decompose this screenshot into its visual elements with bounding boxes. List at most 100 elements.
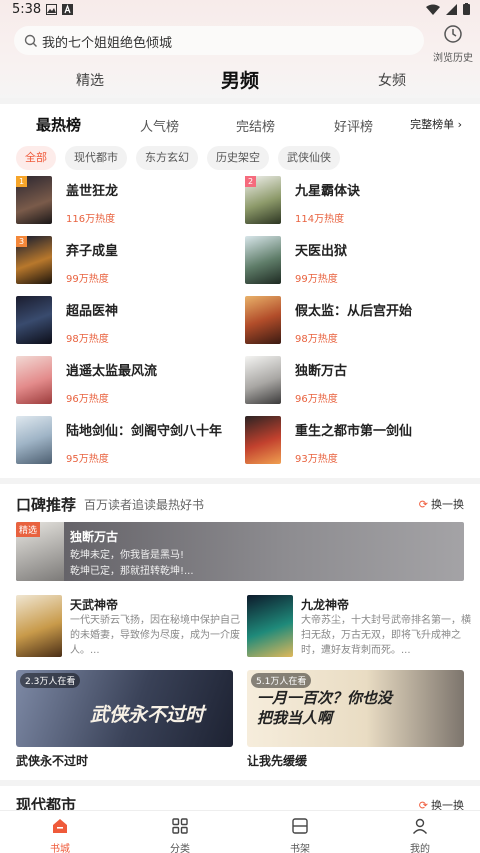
book-item[interactable]: 2 九星霸体诀 114万热度: [245, 176, 465, 228]
featured-book[interactable]: 精选 独断万古 乾坤未定，你我皆是黑马! 乾坤已定，那就扭转乾坤!...: [16, 522, 464, 581]
full-ranking-link[interactable]: 完整榜单 ›: [410, 116, 462, 132]
chip-all[interactable]: 全部: [16, 146, 56, 170]
book-title: 陆地剑仙：剑阁守剑八十年: [66, 424, 223, 439]
promo-banner[interactable]: 2.3万人在看 武侠永不过时: [16, 670, 233, 747]
book-item[interactable]: 1 盖世狂龙 116万热度: [16, 176, 236, 228]
search-placeholder: 我的七个姐姐绝色倾城: [42, 36, 173, 51]
viewers-badge: 5.1万人在看: [251, 673, 312, 688]
section-title: 口碑推荐: [16, 496, 77, 514]
book-quote: 乾坤已定，那就扭转乾坤!...: [70, 566, 194, 577]
book-heat: 96万热度: [295, 394, 338, 405]
bottom-nav: 书城 分类 书架 我的: [0, 810, 480, 853]
book-item[interactable]: 陆地剑仙：剑阁守剑八十年 95万热度: [16, 416, 236, 468]
home-icon: [53, 819, 67, 833]
book-cover: [247, 595, 293, 657]
swap-button[interactable]: ⟳ 换一换: [419, 496, 464, 512]
banner-art-text: 武侠永不过时: [90, 704, 205, 726]
book-cover: [16, 296, 52, 344]
book-item[interactable]: 假太监：从后宫开始 98万热度: [245, 296, 465, 348]
rank-badge: 1: [16, 176, 27, 187]
chip-fantasy[interactable]: 东方玄幻: [136, 146, 198, 170]
book-cover: [245, 296, 281, 344]
status-bar: 5:38: [0, 0, 480, 20]
book-title: 独断万古: [295, 364, 348, 379]
ranking-card: 最热榜 人气榜 完结榜 好评榜 完整榜单 › 全部 现代都市 东方玄幻 历史架空…: [0, 104, 480, 478]
book-title: 重生之都市第一剑仙: [295, 424, 413, 439]
book-title: 天武神帝: [70, 598, 119, 612]
chip-history[interactable]: 历史架空: [207, 146, 269, 170]
wifi-icon: [426, 4, 440, 15]
image-icon: [46, 4, 57, 15]
top-header: 5:38 我的七个姐姐绝色倾城 浏览历史 精选 男频 女频: [0, 0, 480, 98]
book-title: 九星霸体诀: [295, 184, 361, 199]
channel-tabs: 精选 男频 女频: [0, 64, 480, 94]
book-cover: [245, 236, 281, 284]
book-item[interactable]: 3 弃子成皇 99万热度: [16, 236, 236, 288]
book-title: 九龙神帝: [301, 598, 350, 612]
search-icon: [24, 33, 38, 52]
a-icon: [62, 4, 73, 15]
rank-tab-rated[interactable]: 好评榜: [334, 116, 373, 135]
book-title: 独断万古: [70, 530, 119, 544]
nav-category[interactable]: 分类: [150, 817, 210, 853]
book-heat: 95万热度: [66, 454, 109, 465]
book-item[interactable]: 天医出狱 99万热度: [245, 236, 465, 288]
book-desc: 一代天骄云飞扬，因在秘境中保护自己的未婚妻，导致修为尽废，成为一介废人。...: [70, 615, 240, 656]
nav-label: 书城: [50, 844, 70, 853]
book-item[interactable]: 独断万古 96万热度: [245, 356, 465, 408]
book-item[interactable]: 九龙神帝 大帝苏尘，十大封号武帝排名第一，横扫无敌，万古无双，即将飞升成神之时，…: [247, 595, 471, 659]
book-item[interactable]: 逍遥太监最风流 96万热度: [16, 356, 236, 408]
tab-featured[interactable]: 精选: [76, 70, 104, 90]
book-desc: 大帝苏尘，十大封号武帝排名第一，横扫无敌，万古无双，即将飞升成神之时，遭好友背刺…: [301, 615, 471, 656]
book-quote: 乾坤未定，你我皆是黑马!: [70, 550, 185, 561]
signal-icon: [446, 3, 457, 15]
koubei-section: 口碑推荐 百万读者追读最热好书 ⟳ 换一换 精选 独断万古 乾坤未定，你我皆是黑马…: [0, 484, 480, 780]
history-button[interactable]: 浏览历史: [430, 24, 476, 64]
battery-icon: [463, 3, 470, 15]
rank-badge: 3: [16, 236, 27, 247]
book-title: 假太监：从后宫开始: [295, 304, 413, 319]
rank-tab-popular[interactable]: 人气榜: [140, 116, 179, 135]
book-title: 弃子成皇: [66, 244, 119, 259]
tab-female[interactable]: 女频: [378, 70, 406, 90]
chip-wuxia[interactable]: 武侠仙侠: [278, 146, 340, 170]
rank-badge: 2: [245, 176, 256, 187]
nav-bookshelf[interactable]: 书架: [270, 817, 330, 853]
book-title: 逍遥太监最风流: [66, 364, 158, 379]
book-item[interactable]: 重生之都市第一剑仙 93万热度: [245, 416, 465, 468]
banner-caption[interactable]: 让我先缓缓: [247, 752, 307, 769]
bookshelf-icon: [292, 818, 308, 834]
book-heat: 99万热度: [66, 274, 109, 285]
nav-label: 我的: [410, 844, 430, 853]
book-cover: [245, 416, 281, 464]
status-time: 5:38: [12, 2, 42, 17]
book-cover: [16, 595, 62, 657]
book-cover: [16, 356, 52, 404]
book-heat: 98万热度: [295, 334, 338, 345]
search-bar[interactable]: 我的七个姐姐绝色倾城: [14, 26, 424, 55]
nav-bookstore[interactable]: 书城: [30, 817, 90, 853]
banner-caption[interactable]: 武侠永不过时: [16, 752, 88, 769]
book-cover: [245, 356, 281, 404]
tab-male[interactable]: 男频: [221, 66, 259, 93]
rank-tab-finished[interactable]: 完结榜: [236, 116, 275, 135]
book-title: 天医出狱: [295, 244, 348, 259]
nav-profile[interactable]: 我的: [390, 817, 450, 853]
chip-urban[interactable]: 现代都市: [65, 146, 127, 170]
book-item[interactable]: 超品医神 98万热度: [16, 296, 236, 348]
featured-tag: 精选: [16, 522, 41, 537]
book-heat: 114万热度: [295, 214, 345, 225]
book-heat: 98万热度: [66, 334, 109, 345]
rank-tab-hot[interactable]: 最热榜: [36, 114, 81, 135]
promo-banner[interactable]: 5.1万人在看 一月一百次？你也没把我当人啊: [247, 670, 464, 747]
book-item[interactable]: 天武神帝 一代天骄云飞扬，因在秘境中保护自己的未婚妻，导致修为尽废，成为一介废人…: [16, 595, 240, 659]
nav-label: 书架: [290, 844, 310, 853]
section-subtitle: 百万读者追读最热好书: [84, 498, 205, 512]
user-icon: [412, 818, 428, 834]
book-heat: 116万热度: [66, 214, 116, 225]
viewers-badge: 2.3万人在看: [20, 673, 81, 688]
book-heat: 99万热度: [295, 274, 338, 285]
refresh-icon: ⟳: [418, 498, 428, 511]
grid-icon: [172, 818, 188, 834]
book-title: 盖世狂龙: [66, 184, 119, 199]
